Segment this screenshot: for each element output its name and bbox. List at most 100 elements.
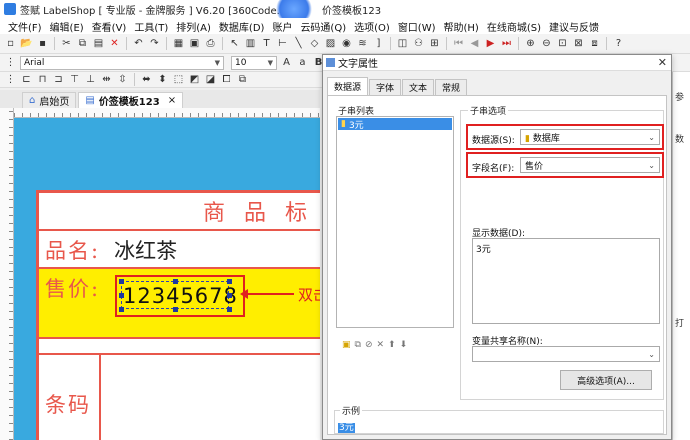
substring-list[interactable]: ▮ 3元 — [336, 116, 454, 328]
display-data-textarea[interactable]: 3元 — [472, 238, 660, 324]
rfid-tool-icon[interactable]: ◉ — [340, 37, 353, 50]
tab-font[interactable]: 字体 — [369, 79, 402, 95]
tab-general[interactable]: 常规 — [435, 79, 468, 95]
prev-page-icon[interactable]: ◀ — [468, 37, 481, 50]
group-icon[interactable]: ⧠ — [220, 73, 233, 86]
cut-icon[interactable]: ✂ — [60, 37, 73, 50]
shape-tool-icon[interactable]: ◇ — [308, 37, 321, 50]
resize-handle[interactable] — [173, 279, 178, 284]
resize-handle[interactable] — [173, 307, 178, 312]
zoom-in-icon[interactable]: ⊕ — [524, 37, 537, 50]
wifi-tool-icon[interactable]: ≋ — [356, 37, 369, 50]
export-icon[interactable]: ⊞ — [428, 37, 441, 50]
font-size-select[interactable]: 10 ▼ — [231, 55, 277, 70]
menu-cloudcode[interactable]: 云码通(Q) — [296, 19, 350, 34]
open-icon[interactable]: 📂 — [20, 37, 33, 50]
delete-icon[interactable]: ✕ — [108, 37, 121, 50]
bring-front-icon[interactable]: ◩ — [188, 73, 201, 86]
same-size-icon[interactable]: ⬚ — [172, 73, 185, 86]
fieldname-select[interactable]: 售价 ⌄ — [520, 157, 660, 173]
price-label-template[interactable]: 商 品 标 品名: 冰红茶 售价: 12345678 条码 — [36, 190, 320, 440]
bracket-icon[interactable]: ] — [372, 37, 385, 50]
same-height-icon[interactable]: ⬍ — [156, 73, 169, 86]
same-width-icon[interactable]: ⬌ — [140, 73, 153, 86]
zoom-width-icon[interactable]: ⊠ — [572, 37, 585, 50]
text-tool-icon[interactable]: T — [260, 37, 273, 50]
tab-text[interactable]: 文本 — [402, 79, 435, 95]
diagonal-tool-icon[interactable]: ╲ — [292, 37, 305, 50]
font-family-select[interactable]: Arial ▼ — [20, 55, 224, 70]
send-back-icon[interactable]: ◪ — [204, 73, 217, 86]
tab-datasource[interactable]: 数据源 — [327, 77, 369, 95]
tab-start-page[interactable]: ⌂ 启始页 — [22, 92, 77, 108]
ungroup-icon[interactable]: ⧉ — [236, 73, 249, 86]
list-item[interactable]: ▮ 3元 — [338, 118, 452, 131]
panel-text: 数 — [675, 135, 685, 145]
copy-icon[interactable]: ⧉ — [355, 340, 361, 350]
close-icon[interactable]: × — [168, 95, 176, 106]
distribute-v-icon[interactable]: ⇳ — [116, 73, 129, 86]
resize-handle[interactable] — [227, 279, 232, 284]
menu-tools[interactable]: 工具(T) — [130, 19, 172, 34]
add-icon[interactable]: ▣ — [342, 340, 351, 350]
copy-icon[interactable]: ⧉ — [76, 37, 89, 50]
zoom-fit-icon[interactable]: ⊡ — [556, 37, 569, 50]
datasource-select[interactable]: ▮ 数据库 ⌄ — [520, 129, 660, 145]
resize-handle[interactable] — [227, 307, 232, 312]
menu-window[interactable]: 窗口(W) — [394, 19, 440, 34]
print-icon[interactable]: ⎙ — [204, 37, 217, 50]
image-tool-icon[interactable]: ▨ — [324, 37, 337, 50]
first-page-icon[interactable]: ⏮ — [452, 37, 465, 50]
menu-database[interactable]: 数据库(D) — [215, 19, 269, 34]
align-top-icon[interactable]: ⊤ — [68, 73, 81, 86]
menu-options[interactable]: 选项(O) — [350, 19, 394, 34]
resize-handle[interactable] — [119, 293, 124, 298]
save-icon[interactable]: ▪ — [36, 37, 49, 50]
menu-arrange[interactable]: 排列(A) — [172, 19, 215, 34]
menu-help[interactable]: 帮助(H) — [440, 19, 483, 34]
grow-font-icon[interactable]: A — [280, 56, 293, 69]
align-center-icon[interactable]: ⊓ — [36, 73, 49, 86]
menu-view[interactable]: 查看(V) — [88, 19, 131, 34]
menu-feedback[interactable]: 建议与反馈 — [545, 19, 603, 34]
help-icon[interactable]: ? — [612, 37, 625, 50]
tab-price-template[interactable]: ▤ 价签模板123 × — [78, 92, 184, 108]
zoom-out-icon[interactable]: ⊖ — [540, 37, 553, 50]
price-value-text[interactable]: 12345678 — [123, 284, 238, 308]
delete-icon[interactable]: ✕ — [377, 340, 385, 350]
resize-handle[interactable] — [227, 293, 232, 298]
resize-handle[interactable] — [119, 307, 124, 312]
last-page-icon[interactable]: ⏭ — [500, 37, 513, 50]
advanced-options-button[interactable]: 高级选项(A)... — [560, 370, 652, 390]
close-icon[interactable]: ✕ — [658, 56, 667, 69]
align-left-icon[interactable]: ⊏ — [20, 73, 33, 86]
menu-edit[interactable]: 编辑(E) — [46, 19, 88, 34]
menu-account[interactable]: 账户 — [268, 19, 296, 34]
resize-handle[interactable] — [119, 279, 124, 284]
paste-icon[interactable]: ▤ — [92, 37, 105, 50]
barcode-tool-icon[interactable]: ▥ — [244, 37, 257, 50]
menu-online-mall[interactable]: 在线商城(S) — [483, 19, 545, 34]
shared-var-select[interactable]: ⌄ — [472, 346, 660, 362]
page-setup-icon[interactable]: ▦ — [172, 37, 185, 50]
next-page-icon[interactable]: ▶ — [484, 37, 497, 50]
redo-icon[interactable]: ↷ — [148, 37, 161, 50]
design-canvas[interactable]: 商 品 标 品名: 冰红茶 售价: 12345678 条码 双 — [14, 118, 320, 440]
line-tool-icon[interactable]: ⊢ — [276, 37, 289, 50]
zoom-page-icon[interactable]: ⧈ — [588, 37, 601, 50]
align-right-icon[interactable]: ⊐ — [52, 73, 65, 86]
undo-icon[interactable]: ↶ — [132, 37, 145, 50]
name-value-text[interactable]: 冰红茶 — [114, 235, 177, 265]
edit-icon[interactable]: ⊘ — [365, 340, 373, 350]
print-preview-icon[interactable]: ▣ — [188, 37, 201, 50]
up-arrow-icon[interactable]: ⬆ — [388, 340, 396, 350]
binoculars-icon[interactable]: ⚇ — [412, 37, 425, 50]
new-icon[interactable]: ▫ — [4, 37, 17, 50]
menu-file[interactable]: 文件(F) — [4, 19, 46, 34]
distribute-h-icon[interactable]: ⇹ — [100, 73, 113, 86]
select-tool-icon[interactable]: ↖ — [228, 37, 241, 50]
shrink-font-icon[interactable]: a — [296, 56, 309, 69]
align-middle-icon[interactable]: ⊥ — [84, 73, 97, 86]
down-arrow-icon[interactable]: ⬇ — [400, 340, 408, 350]
database-tool-icon[interactable]: ◫ — [396, 37, 409, 50]
